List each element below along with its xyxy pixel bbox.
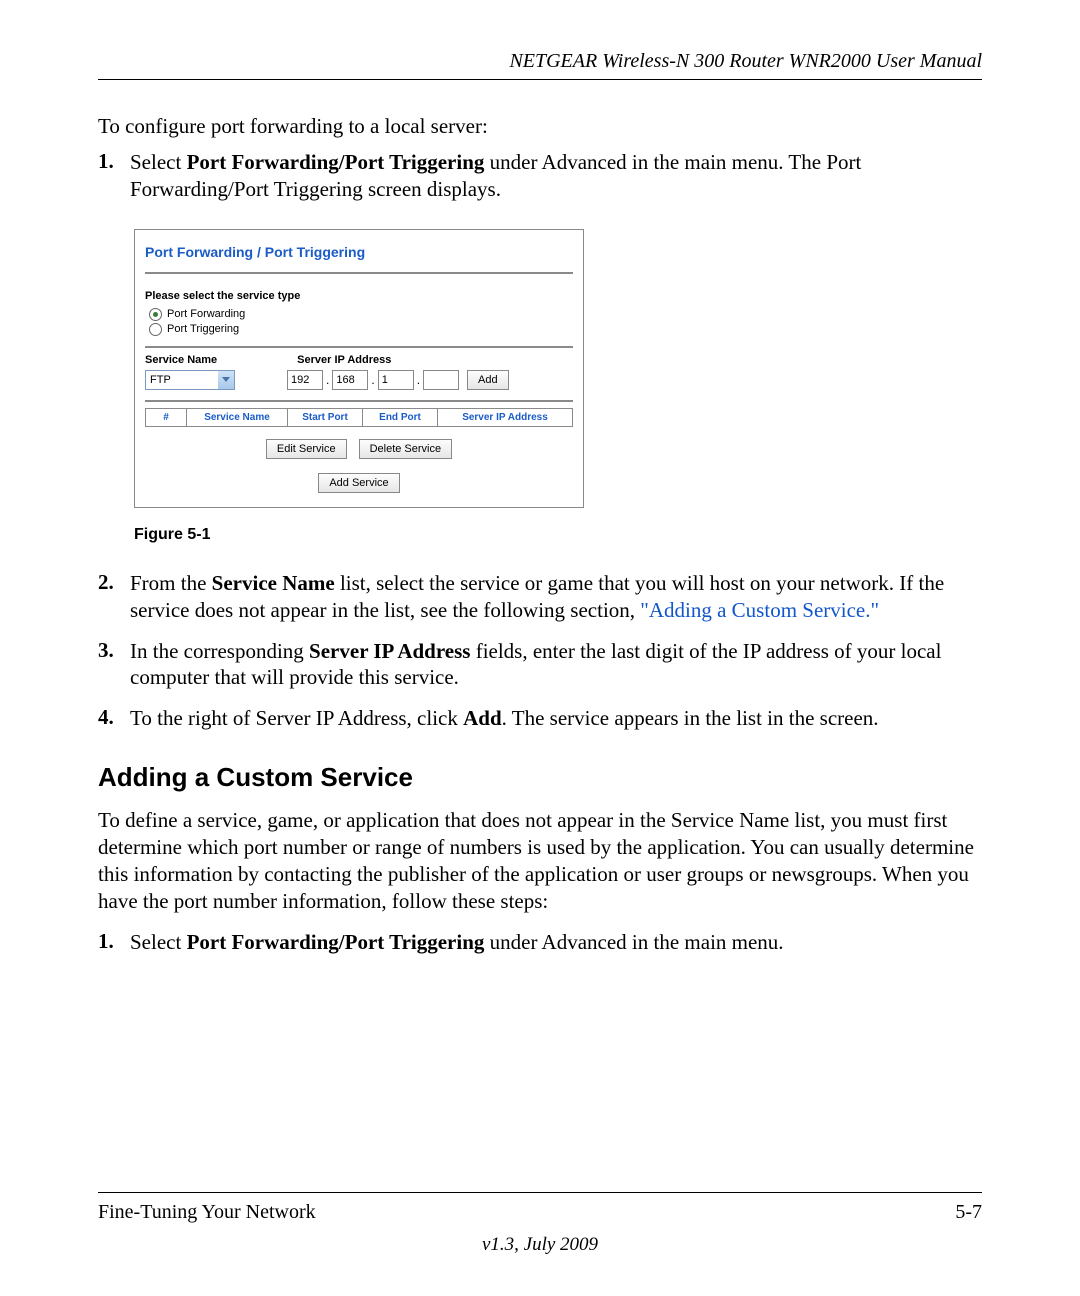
list-content: From the Service Name list, select the s… [130, 570, 982, 624]
list-item: 4. To the right of Server IP Address, cl… [98, 705, 982, 732]
router-screenshot: Port Forwarding / Port Triggering Please… [134, 229, 584, 508]
service-name-header: Service Name [145, 354, 217, 366]
list-content: To the right of Server IP Address, click… [130, 705, 982, 732]
add-button[interactable]: Add [467, 370, 509, 390]
list-number: 3. [98, 638, 130, 692]
select-value: FTP [150, 374, 171, 386]
list-item: 2. From the Service Name list, select th… [98, 570, 982, 624]
step-list-1: 1. Select Port Forwarding/Port Triggerin… [98, 149, 982, 203]
intro-text: To configure port forwarding to a local … [98, 114, 982, 139]
radio-icon [149, 323, 162, 336]
add-service-button[interactable]: Add Service [318, 473, 399, 493]
header-title: NETGEAR Wireless-N 300 Router WNR2000 Us… [509, 50, 982, 72]
service-type-label: Please select the service type [145, 290, 573, 302]
list-content: In the corresponding Server IP Address f… [130, 638, 982, 692]
list-number: 4. [98, 705, 130, 732]
page-header: NETGEAR Wireless-N 300 Router WNR2000 Us… [98, 50, 982, 80]
col-end-port: End Port [363, 408, 438, 426]
radio-port-triggering[interactable]: Port Triggering [149, 323, 573, 336]
list-content: Select Port Forwarding/Port Triggering u… [130, 149, 982, 203]
list-number: 2. [98, 570, 130, 624]
radio-label: Port Forwarding [167, 308, 245, 320]
ip-octet-3[interactable]: 1 [378, 370, 414, 390]
section-heading-adding-custom-service: Adding a Custom Service [98, 762, 982, 793]
col-server-ip: Server IP Address [438, 408, 573, 426]
list-number: 1. [98, 149, 130, 203]
service-name-select[interactable]: FTP [145, 370, 235, 390]
col-start-port: Start Port [288, 408, 363, 426]
section-paragraph: To define a service, game, or applicatio… [98, 807, 982, 915]
list-content: Select Port Forwarding/Port Triggering u… [130, 929, 982, 956]
edit-service-button[interactable]: Edit Service [266, 439, 347, 459]
ip-octet-1[interactable]: 192 [287, 370, 323, 390]
step-list-2: 2. From the Service Name list, select th… [98, 570, 982, 732]
ip-octet-2[interactable]: 168 [332, 370, 368, 390]
list-item: 3. In the corresponding Server IP Addres… [98, 638, 982, 692]
figure-caption: Figure 5-1 [134, 526, 982, 544]
page-footer: Fine-Tuning Your Network 5-7 v1.3, July … [98, 1192, 982, 1256]
list-number: 1. [98, 929, 130, 956]
radio-port-forwarding[interactable]: Port Forwarding [149, 308, 573, 321]
link-adding-custom-service[interactable]: "Adding a Custom Service." [640, 598, 879, 622]
services-table: # Service Name Start Port End Port Serve… [145, 408, 573, 427]
server-ip-inputs: 192. 168. 1. [287, 370, 459, 390]
list-item: 1. Select Port Forwarding/Port Triggerin… [98, 149, 982, 203]
radio-icon [149, 308, 162, 321]
radio-label: Port Triggering [167, 323, 239, 335]
list-item: 1. Select Port Forwarding/Port Triggerin… [98, 929, 982, 956]
col-number: # [146, 408, 187, 426]
step-list-3: 1. Select Port Forwarding/Port Triggerin… [98, 929, 982, 956]
delete-service-button[interactable]: Delete Service [359, 439, 453, 459]
server-ip-header: Server IP Address [297, 354, 391, 366]
chevron-down-icon [218, 371, 234, 389]
col-service-name: Service Name [187, 408, 288, 426]
footer-chapter: Fine-Tuning Your Network [98, 1201, 316, 1224]
footer-version: v1.3, July 2009 [98, 1234, 982, 1256]
footer-page-number: 5-7 [955, 1201, 982, 1224]
figure-5-1: Port Forwarding / Port Triggering Please… [134, 229, 982, 544]
ip-octet-4[interactable] [423, 370, 459, 390]
router-panel-title: Port Forwarding / Port Triggering [145, 238, 573, 274]
